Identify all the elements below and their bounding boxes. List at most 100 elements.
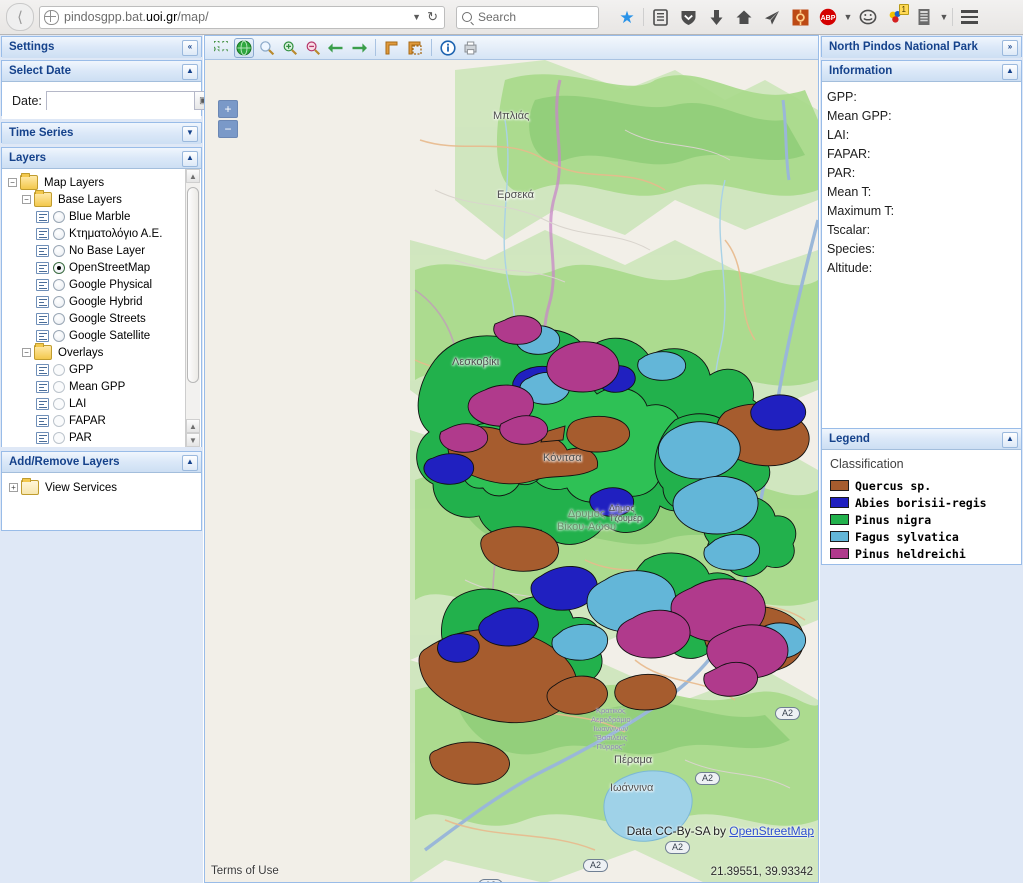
reader-list-icon[interactable]	[646, 3, 674, 31]
date-input[interactable]	[46, 92, 194, 111]
measure-area-icon[interactable]	[405, 38, 425, 58]
checkbox-icon[interactable]	[53, 397, 65, 410]
back-arrow-icon[interactable]: ⟨	[6, 3, 34, 31]
zoom-out-button[interactable]: −	[218, 120, 238, 138]
tree-node-mean-gpp[interactable]: Mean GPP	[8, 378, 201, 395]
layer-options-icon[interactable]	[36, 329, 49, 342]
zoom-box-icon[interactable]	[280, 38, 300, 58]
collapse-minus-icon[interactable]: −	[8, 178, 17, 187]
date-field-wrap[interactable]: ▣	[45, 91, 213, 111]
checkbox-icon[interactable]	[53, 414, 65, 427]
collapse-right-panel-icon[interactable]: »	[1002, 40, 1018, 56]
tree-node-no-base-layer[interactable]: No Base Layer	[8, 242, 201, 259]
tree-node-map-layers[interactable]: − Map Layers	[8, 173, 201, 191]
openstreetmap-link[interactable]: OpenStreetMap	[729, 824, 814, 838]
tree-node-overlays[interactable]: − Overlays	[8, 343, 201, 361]
search-input[interactable]: Search	[456, 5, 599, 29]
tree-node-lai[interactable]: LAI	[8, 395, 201, 412]
chat-bubble-icon[interactable]	[854, 3, 882, 31]
tree-node-[interactable]: Κτηματολόγιο Α.Ε.	[8, 225, 201, 242]
tree-node-par[interactable]: PAR	[8, 429, 201, 446]
tree-node-google-hybrid[interactable]: Google Hybrid	[8, 293, 201, 310]
zoom-in-icon[interactable]	[257, 38, 277, 58]
layers-tree[interactable]: − Map Layers − Base Layers Blue Marble Κτηματ…	[2, 169, 201, 447]
orange-extension-icon[interactable]	[786, 3, 814, 31]
layer-options-icon[interactable]	[36, 380, 49, 393]
tree-node-base-layers[interactable]: − Base Layers	[8, 190, 201, 208]
colorzilla-icon[interactable]: 1	[882, 3, 910, 31]
terms-of-use-link[interactable]: Terms of Use	[211, 865, 279, 877]
scroll-down-arrow-icon[interactable]: ▼	[186, 433, 200, 447]
next-extent-icon[interactable]	[349, 38, 369, 58]
layer-options-icon[interactable]	[36, 244, 49, 257]
layers-scrollbar[interactable]: ▲ ▲ ▼	[185, 169, 200, 447]
previous-extent-icon[interactable]	[326, 38, 346, 58]
radio-icon[interactable]	[53, 210, 65, 223]
adblock-plus-icon[interactable]: ABP	[814, 3, 842, 31]
radio-icon[interactable]	[53, 312, 65, 325]
layer-options-icon[interactable]	[36, 363, 49, 376]
reload-icon[interactable]: ↻	[427, 9, 438, 25]
collapse-minus-icon[interactable]: −	[22, 348, 31, 357]
collapse-legend-icon[interactable]: ▲	[1002, 432, 1018, 448]
radio-selected-icon[interactable]	[53, 261, 65, 274]
address-bar[interactable]: pindosgpp.bat.uoi.gr/map/ ▼ ↻	[39, 5, 445, 29]
notes-dropdown-icon[interactable]: ▼	[938, 12, 950, 22]
home-icon[interactable]	[730, 3, 758, 31]
layer-options-icon[interactable]	[36, 414, 49, 427]
tree-node-blue-marble[interactable]: Blue Marble	[8, 208, 201, 225]
shield-icon[interactable]	[674, 3, 702, 31]
collapse-add-remove-icon[interactable]: ▲	[182, 455, 198, 471]
collapse-minus-icon[interactable]: −	[22, 195, 31, 204]
tree-node-google-satellite[interactable]: Google Satellite	[8, 327, 201, 344]
globe-navigate-icon[interactable]	[234, 37, 254, 58]
layer-options-icon[interactable]	[36, 227, 49, 240]
radio-icon[interactable]	[53, 295, 65, 308]
collapse-settings-icon[interactable]: «	[182, 40, 198, 56]
collapse-layers-icon[interactable]: ▲	[182, 151, 198, 167]
send-paperplane-icon[interactable]	[758, 3, 786, 31]
identify-info-icon[interactable]	[438, 38, 458, 58]
bookmark-star-icon[interactable]: ★	[613, 3, 641, 31]
measure-length-icon[interactable]	[382, 38, 402, 58]
layer-options-icon[interactable]	[36, 261, 49, 274]
radio-icon[interactable]	[53, 227, 65, 240]
collapse-select-date-icon[interactable]: ▲	[182, 64, 198, 80]
layer-options-icon[interactable]	[36, 210, 49, 223]
radio-icon[interactable]	[53, 278, 65, 291]
time-series-panel[interactable]: Time Series ▼	[1, 122, 202, 144]
radio-icon[interactable]	[53, 329, 65, 342]
layer-options-icon[interactable]	[36, 312, 49, 325]
map-canvas[interactable]: + − ΜπλιάςΕρσεκάΝεάποληΛεσκοβίκιΚόνιτσαΓ…	[205, 60, 818, 882]
download-icon[interactable]	[702, 3, 730, 31]
checkbox-icon[interactable]	[53, 431, 65, 444]
radio-icon[interactable]	[53, 244, 65, 257]
scroll-up-arrow-2-icon[interactable]: ▲	[186, 419, 200, 433]
notes-extension-icon[interactable]	[910, 3, 938, 31]
zoom-in-button[interactable]: +	[218, 100, 238, 118]
layer-options-icon[interactable]	[36, 278, 49, 291]
adblock-dropdown-icon[interactable]: ▼	[842, 12, 854, 22]
layer-options-icon[interactable]	[36, 295, 49, 308]
chevron-down-icon[interactable]: ▼	[412, 12, 421, 22]
tree-node-gpp[interactable]: GPP	[8, 361, 201, 378]
tree-node-google-physical[interactable]: Google Physical	[8, 276, 201, 293]
checkbox-icon[interactable]	[53, 363, 65, 376]
print-icon[interactable]	[461, 38, 481, 58]
tree-node-openstreetmap[interactable]: OpenStreetMap	[8, 259, 201, 276]
scroll-up-arrow-icon[interactable]: ▲	[186, 169, 200, 183]
tree-node-google-streets[interactable]: Google Streets	[8, 310, 201, 327]
expand-plus-icon[interactable]: +	[9, 483, 18, 492]
tree-node-view-services[interactable]: + View Services	[9, 478, 201, 496]
layer-options-icon[interactable]	[36, 431, 49, 444]
zoom-out-icon[interactable]	[303, 38, 323, 58]
information-field-mean-gpp: Mean GPP:	[827, 109, 892, 123]
expand-time-series-icon[interactable]: ▼	[182, 126, 198, 142]
layer-options-icon[interactable]	[36, 397, 49, 410]
scrollbar-thumb[interactable]	[187, 187, 199, 383]
collapse-information-icon[interactable]: ▲	[1002, 64, 1018, 80]
hamburger-menu-icon[interactable]	[955, 3, 983, 31]
checkbox-icon[interactable]	[53, 380, 65, 393]
tree-node-fapar[interactable]: FAPAR	[8, 412, 201, 429]
zoom-to-max-extent-icon[interactable]	[211, 38, 231, 58]
